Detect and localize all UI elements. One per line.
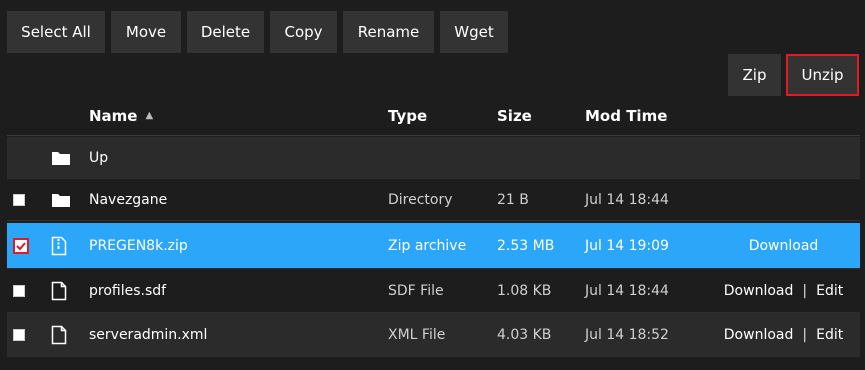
folder-icon bbox=[51, 137, 73, 178]
zip-file-icon bbox=[51, 223, 73, 268]
folder-icon bbox=[51, 179, 73, 220]
file-icon bbox=[51, 269, 73, 312]
edit-link[interactable]: Edit bbox=[816, 327, 843, 343]
action-separator: | bbox=[802, 282, 808, 299]
file-name[interactable]: PREGEN8k.zip bbox=[89, 223, 188, 268]
file-mod-time: Jul 14 18:52 bbox=[585, 326, 669, 343]
unzip-button[interactable]: Unzip bbox=[786, 54, 859, 96]
file-type: SDF File bbox=[388, 282, 444, 299]
row-actions: Download | Edit bbox=[707, 269, 860, 312]
row-checkbox[interactable] bbox=[13, 328, 25, 341]
delete-button[interactable]: Delete bbox=[187, 11, 264, 53]
file-size: 2.53 MB bbox=[497, 237, 555, 254]
row-checkbox[interactable] bbox=[13, 237, 29, 254]
edit-link[interactable]: Edit bbox=[816, 283, 843, 299]
table-row[interactable]: profiles.sdf SDF File 1.08 KB Jul 14 18:… bbox=[7, 269, 860, 313]
file-name[interactable]: Navezgane bbox=[89, 179, 167, 220]
download-link[interactable]: Download bbox=[724, 283, 794, 299]
select-all-button[interactable]: Select All bbox=[7, 11, 105, 53]
type-column-header[interactable]: Type bbox=[388, 96, 427, 135]
file-type: Zip archive bbox=[388, 237, 467, 254]
file-mod-time: Jul 14 18:44 bbox=[585, 282, 669, 299]
file-icon bbox=[51, 313, 73, 356]
row-checkbox[interactable] bbox=[13, 284, 25, 297]
file-type: XML File bbox=[388, 326, 446, 343]
name-column-header[interactable]: Name ▲ bbox=[89, 96, 153, 135]
mod-time-column-header[interactable]: Mod Time bbox=[585, 96, 667, 135]
file-size: 4.03 KB bbox=[497, 326, 552, 343]
file-name[interactable]: serveradmin.xml bbox=[89, 313, 207, 356]
file-size: 1.08 KB bbox=[497, 282, 552, 299]
sort-ascending-icon: ▲ bbox=[145, 110, 154, 121]
table-row[interactable]: serveradmin.xml XML File 4.03 KB Jul 14 … bbox=[7, 313, 860, 357]
size-column-header[interactable]: Size bbox=[497, 96, 532, 135]
file-mod-time: Jul 14 18:44 bbox=[585, 191, 669, 208]
row-actions: Download | Edit bbox=[707, 313, 860, 356]
name-column-label: Name bbox=[89, 106, 138, 125]
rename-button[interactable]: Rename bbox=[343, 11, 434, 53]
file-mod-time: Jul 14 19:09 bbox=[585, 237, 669, 254]
zip-button[interactable]: Zip bbox=[728, 54, 781, 96]
file-type: Directory bbox=[388, 191, 453, 208]
up-label[interactable]: Up bbox=[89, 137, 108, 178]
table-row[interactable]: PREGEN8k.zip Zip archive 2.53 MB Jul 14 … bbox=[7, 223, 860, 269]
file-size: 21 B bbox=[497, 191, 529, 208]
wget-button[interactable]: Wget bbox=[440, 11, 508, 53]
row-checkbox[interactable] bbox=[13, 193, 25, 206]
download-link[interactable]: Download bbox=[724, 327, 794, 343]
download-link[interactable]: Download bbox=[749, 238, 819, 254]
up-row[interactable]: Up bbox=[7, 137, 860, 179]
row-actions: Download bbox=[707, 223, 860, 268]
table-header: Name ▲ Type Size Mod Time bbox=[7, 96, 860, 136]
copy-button[interactable]: Copy bbox=[270, 11, 337, 53]
move-button[interactable]: Move bbox=[111, 11, 181, 53]
action-separator: | bbox=[802, 326, 808, 343]
table-row[interactable]: Navezgane Directory 21 B Jul 14 18:44 bbox=[7, 179, 860, 221]
file-name[interactable]: profiles.sdf bbox=[89, 269, 166, 312]
